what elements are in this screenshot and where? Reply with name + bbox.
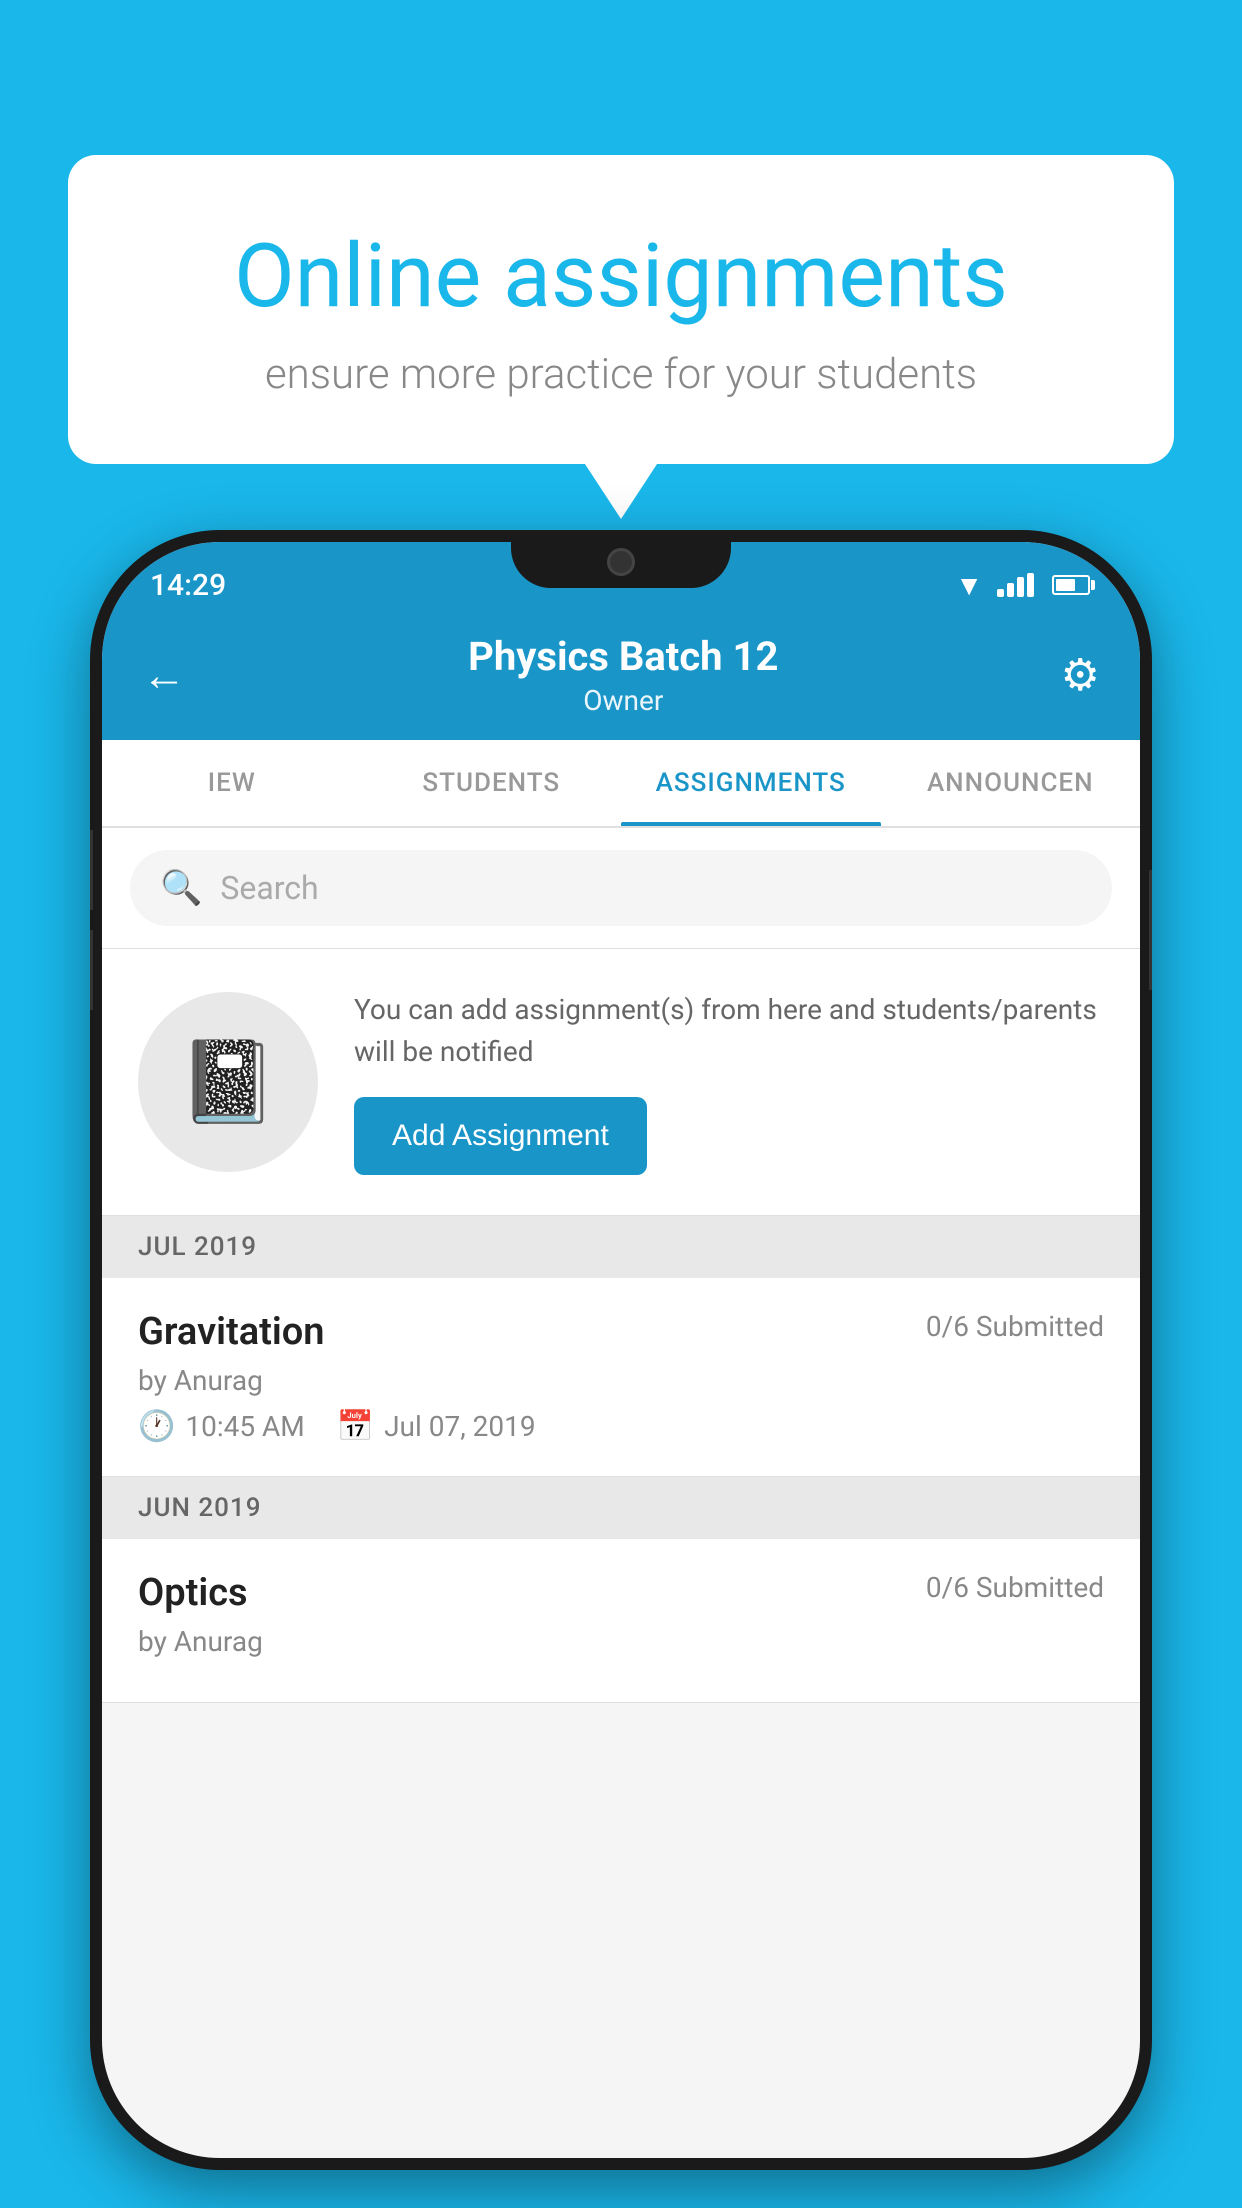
phone-frame: 14:29 ▼ ← Physics Batch (90, 530, 1152, 2170)
tabs-container: IEW STUDENTS ASSIGNMENTS ANNOUNCEN (102, 740, 1140, 828)
power-button[interactable] (1149, 870, 1152, 990)
assignment-submitted-optics: 0/6 Submitted (926, 1571, 1104, 1604)
tab-assignments[interactable]: ASSIGNMENTS (621, 740, 881, 826)
clock-icon: 🕐 (138, 1409, 175, 1444)
phone-screen: 14:29 ▼ ← Physics Batch (102, 542, 1140, 2158)
assignment-author-optics: by Anurag (138, 1625, 1104, 1658)
header-title: Physics Batch 12 (468, 633, 778, 680)
volume-up-button[interactable] (90, 830, 93, 910)
header-center: Physics Batch 12 Owner (468, 633, 778, 717)
search-container: 🔍 Search (102, 828, 1140, 949)
search-placeholder: Search (220, 869, 318, 907)
speech-bubble-container: Online assignments ensure more practice … (68, 155, 1174, 464)
bubble-title: Online assignments (148, 225, 1094, 328)
search-icon: 🔍 (160, 868, 202, 908)
header-subtitle: Owner (468, 684, 778, 717)
volume-down-button[interactable] (90, 930, 93, 1010)
tab-students[interactable]: STUDENTS (362, 740, 622, 826)
notebook-icon: 📓 (178, 1035, 278, 1129)
section-header-jul: JUL 2019 (102, 1216, 1140, 1278)
phone-notch (511, 530, 731, 588)
time-value: 10:45 AM (185, 1410, 304, 1443)
tab-announcements[interactable]: ANNOUNCEN (881, 740, 1141, 826)
assignment-row1-optics: Optics 0/6 Submitted (138, 1571, 1104, 1615)
assignment-item-optics[interactable]: Optics 0/6 Submitted by Anurag (102, 1539, 1140, 1703)
calendar-icon: 📅 (337, 1409, 374, 1444)
speech-bubble: Online assignments ensure more practice … (68, 155, 1174, 464)
status-icons: ▼ (955, 569, 1090, 602)
wifi-icon: ▼ (955, 569, 983, 602)
assignment-name: Gravitation (138, 1310, 325, 1354)
assignment-item-gravitation[interactable]: Gravitation 0/6 Submitted by Anurag 🕐 10… (102, 1278, 1140, 1477)
phone-camera (607, 548, 635, 576)
date-value: Jul 07, 2019 (384, 1410, 536, 1443)
tab-iew[interactable]: IEW (102, 740, 362, 826)
promo-text: You can add assignment(s) from here and … (354, 989, 1104, 1073)
assignment-row1: Gravitation 0/6 Submitted (138, 1310, 1104, 1354)
status-time: 14:29 (150, 568, 226, 603)
search-input-wrapper[interactable]: 🔍 Search (130, 850, 1112, 926)
signal-icon (997, 573, 1034, 597)
promo-card: 📓 You can add assignment(s) from here an… (102, 949, 1140, 1216)
assignment-date: 📅 Jul 07, 2019 (337, 1409, 536, 1444)
settings-icon[interactable]: ⚙ (1061, 649, 1100, 701)
assignment-meta: 🕐 10:45 AM 📅 Jul 07, 2019 (138, 1409, 1104, 1444)
bubble-subtitle: ensure more practice for your students (148, 350, 1094, 399)
assignment-author: by Anurag (138, 1364, 1104, 1397)
assignment-submitted: 0/6 Submitted (926, 1310, 1104, 1343)
promo-icon-circle: 📓 (138, 992, 318, 1172)
section-header-jun: JUN 2019 (102, 1477, 1140, 1539)
back-button[interactable]: ← (142, 649, 186, 701)
battery-icon (1052, 575, 1090, 595)
add-assignment-button[interactable]: Add Assignment (354, 1097, 647, 1175)
app-header: ← Physics Batch 12 Owner ⚙ (102, 610, 1140, 740)
promo-content: You can add assignment(s) from here and … (354, 989, 1104, 1175)
assignment-name-optics: Optics (138, 1571, 248, 1615)
assignment-time: 🕐 10:45 AM (138, 1409, 305, 1444)
